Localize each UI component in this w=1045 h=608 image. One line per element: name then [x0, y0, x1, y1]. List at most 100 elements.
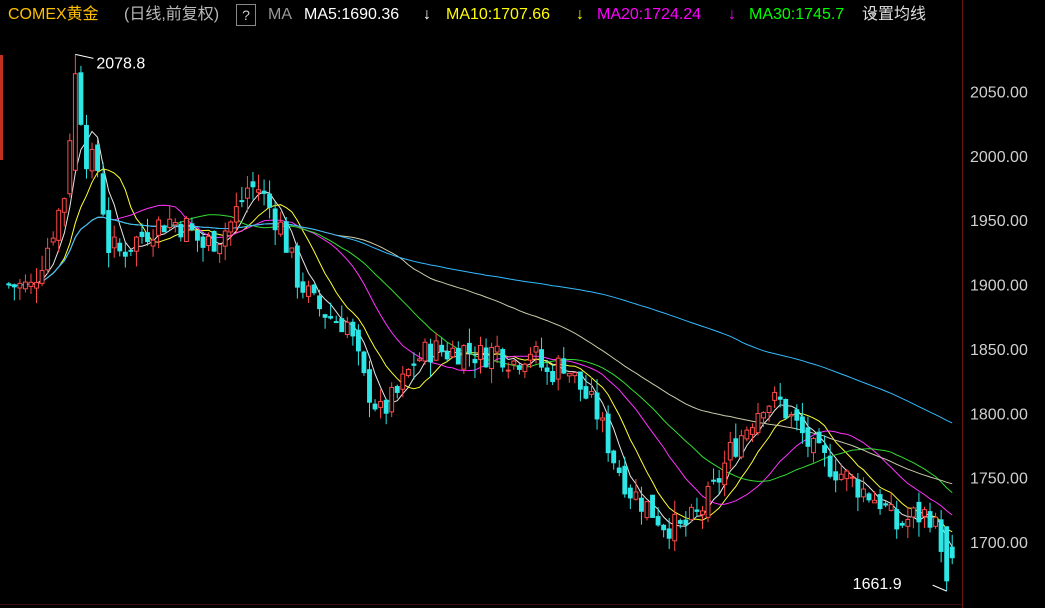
candle[interactable]: [472, 346, 478, 379]
candle[interactable]: [67, 133, 73, 198]
candle[interactable]: [228, 220, 234, 246]
candle[interactable]: [661, 523, 667, 538]
candle[interactable]: [361, 350, 367, 376]
candle[interactable]: [355, 324, 361, 366]
candle[interactable]: [78, 65, 84, 126]
candle[interactable]: [777, 383, 783, 408]
candle[interactable]: [45, 237, 51, 275]
candle[interactable]: [455, 341, 461, 365]
candle[interactable]: [217, 244, 223, 263]
candle[interactable]: [772, 386, 778, 409]
candle[interactable]: [61, 197, 67, 227]
candle[interactable]: [511, 359, 517, 370]
candle[interactable]: [910, 506, 916, 529]
candle[interactable]: [117, 238, 123, 257]
candle[interactable]: [172, 218, 178, 233]
candle[interactable]: [294, 242, 300, 299]
candle[interactable]: [439, 337, 445, 357]
candle[interactable]: [616, 460, 622, 477]
candle[interactable]: [283, 216, 289, 253]
candle[interactable]: [638, 486, 644, 525]
candle[interactable]: [84, 114, 89, 179]
candle[interactable]: [483, 338, 489, 368]
candle[interactable]: [256, 174, 261, 201]
candle[interactable]: [444, 342, 450, 363]
candle[interactable]: [422, 338, 428, 365]
candle[interactable]: [344, 316, 350, 339]
candle[interactable]: [500, 347, 506, 373]
candle[interactable]: [122, 241, 128, 268]
candle[interactable]: [522, 362, 528, 378]
candle[interactable]: [688, 503, 694, 523]
candle[interactable]: [711, 468, 717, 485]
candle[interactable]: [916, 492, 922, 537]
candle[interactable]: [450, 340, 456, 359]
candle[interactable]: [34, 268, 39, 304]
candle[interactable]: [28, 273, 34, 294]
candle[interactable]: [811, 436, 816, 463]
candle[interactable]: [683, 511, 689, 537]
candle[interactable]: [189, 217, 195, 232]
candle[interactable]: [783, 398, 789, 420]
candle[interactable]: [250, 171, 256, 200]
candle[interactable]: [89, 142, 95, 179]
candle[interactable]: [761, 411, 766, 428]
candle[interactable]: [139, 223, 145, 244]
candle[interactable]: [239, 186, 245, 208]
candle[interactable]: [211, 230, 217, 253]
candle[interactable]: [933, 512, 939, 529]
mode-label[interactable]: (日线,前复权): [124, 0, 219, 30]
candle[interactable]: [849, 474, 855, 488]
candle[interactable]: [677, 518, 683, 529]
candle[interactable]: [561, 347, 567, 375]
candle[interactable]: [644, 501, 650, 521]
candle[interactable]: [322, 313, 328, 329]
candle[interactable]: [572, 372, 578, 384]
candle[interactable]: [267, 180, 273, 219]
candle[interactable]: [433, 332, 439, 362]
candle[interactable]: [300, 272, 306, 299]
candle[interactable]: [394, 384, 400, 399]
candle[interactable]: [50, 231, 56, 246]
candle[interactable]: [938, 509, 944, 563]
candle[interactable]: [350, 318, 356, 346]
candle[interactable]: [944, 526, 950, 592]
candle[interactable]: [611, 449, 617, 470]
candle[interactable]: [17, 278, 23, 301]
candle[interactable]: [877, 489, 883, 515]
candle[interactable]: [899, 520, 905, 529]
candle[interactable]: [261, 179, 267, 206]
candle[interactable]: [417, 352, 422, 362]
candle[interactable]: [805, 416, 811, 458]
candle[interactable]: [600, 412, 606, 433]
candle[interactable]: [372, 399, 378, 412]
candle[interactable]: [333, 315, 339, 324]
candle[interactable]: [489, 342, 495, 384]
candle[interactable]: [178, 220, 184, 242]
candle[interactable]: [389, 382, 395, 418]
candle[interactable]: [672, 500, 678, 552]
candle[interactable]: [167, 206, 173, 230]
candle[interactable]: [411, 352, 417, 380]
candle[interactable]: [150, 229, 156, 257]
candle[interactable]: [866, 492, 872, 503]
candle[interactable]: [705, 481, 711, 523]
candle[interactable]: [788, 411, 794, 429]
candle[interactable]: [466, 328, 472, 367]
candle[interactable]: [927, 502, 933, 533]
candle[interactable]: [128, 249, 134, 256]
candle[interactable]: [328, 302, 334, 320]
candle[interactable]: [306, 280, 311, 303]
candle[interactable]: [405, 368, 411, 378]
candle[interactable]: [844, 469, 850, 492]
candle[interactable]: [233, 192, 239, 233]
candle[interactable]: [583, 374, 589, 400]
candle[interactable]: [383, 398, 389, 425]
candle[interactable]: [894, 500, 900, 539]
candle[interactable]: [22, 274, 28, 293]
candle[interactable]: [733, 423, 739, 459]
candle[interactable]: [822, 435, 828, 467]
candle[interactable]: [528, 347, 533, 369]
candle[interactable]: [339, 305, 345, 333]
candle[interactable]: [594, 379, 600, 430]
